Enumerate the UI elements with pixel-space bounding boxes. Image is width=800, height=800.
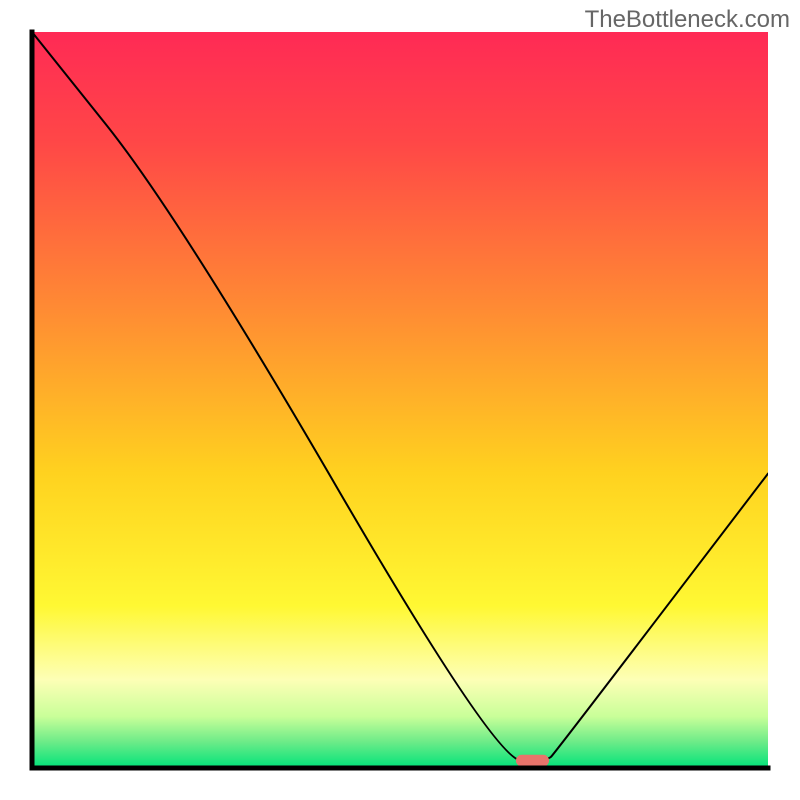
gradient-background — [32, 32, 768, 768]
bottleneck-chart — [0, 0, 800, 800]
optimal-marker — [516, 755, 549, 767]
watermark-text: TheBottleneck.com — [585, 6, 790, 34]
